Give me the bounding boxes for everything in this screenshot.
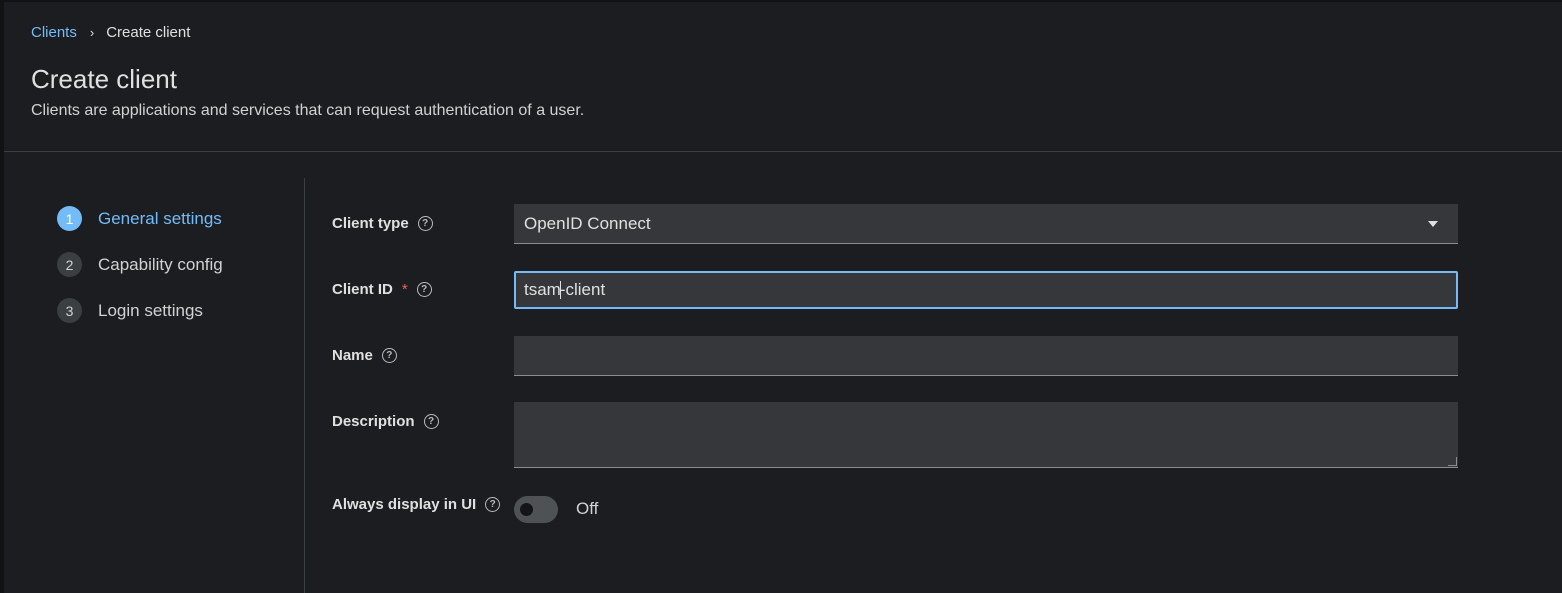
help-icon[interactable]: ? [416, 282, 432, 297]
wizard-step-login-settings[interactable]: 3 Login settings [57, 298, 203, 323]
name-input[interactable] [514, 336, 1458, 376]
breadcrumb-current: Create client [106, 24, 191, 41]
step-label: Capability config [98, 254, 223, 274]
always-display-toggle[interactable] [514, 496, 558, 523]
breadcrumb-clients-link[interactable]: Clients [31, 24, 77, 41]
help-icon[interactable]: ? [417, 216, 433, 231]
client-id-label-text: Client ID [332, 281, 393, 298]
page-description: Clients are applications and services th… [31, 102, 585, 119]
step-number: 2 [57, 252, 82, 277]
name-label: Name ? [332, 347, 397, 364]
description-textarea[interactable] [514, 402, 1458, 468]
help-icon[interactable]: ? [485, 497, 501, 512]
client-type-label: Client type ? [332, 215, 433, 232]
client-id-input[interactable]: tsam -client [514, 271, 1458, 309]
page-header: Clients › Create client Create client Cl… [4, 2, 1562, 152]
wizard-step-capability-config[interactable]: 2 Capability config [57, 252, 223, 277]
always-display-label: Always display in UI ? [332, 496, 501, 513]
help-icon[interactable]: ? [381, 348, 397, 363]
step-number: 3 [57, 298, 82, 323]
description-label-text: Description [332, 413, 415, 430]
caret-down-icon [1428, 221, 1438, 227]
chevron-right-icon: › [89, 25, 95, 40]
client-type-value: OpenID Connect [524, 213, 651, 233]
required-asterisk: * [401, 281, 408, 298]
create-client-page: Clients › Create client Create client Cl… [0, 0, 1562, 593]
wizard-nav: 1 General settings 2 Capability config 3… [4, 178, 305, 593]
wizard-step-general-settings[interactable]: 1 General settings [57, 206, 222, 231]
description-label: Description ? [332, 413, 439, 430]
client-type-label-text: Client type [332, 215, 409, 232]
step-label: Login settings [98, 300, 203, 320]
always-display-label-text: Always display in UI [332, 496, 477, 513]
resize-grip-icon[interactable] [1448, 457, 1457, 466]
page-title: Create client [31, 64, 177, 94]
client-id-label: Client ID * ? [332, 281, 432, 298]
step-number: 1 [57, 206, 82, 231]
client-id-value-start: tsam [524, 280, 561, 299]
client-id-value-end: -client [559, 280, 606, 299]
toggle-knob [520, 503, 533, 516]
client-type-select[interactable]: OpenID Connect [514, 204, 1458, 244]
always-display-state: Off [576, 499, 599, 518]
name-label-text: Name [332, 347, 373, 364]
step-label: General settings [98, 208, 222, 228]
breadcrumb: Clients › Create client [31, 24, 190, 41]
help-icon[interactable]: ? [423, 414, 439, 429]
